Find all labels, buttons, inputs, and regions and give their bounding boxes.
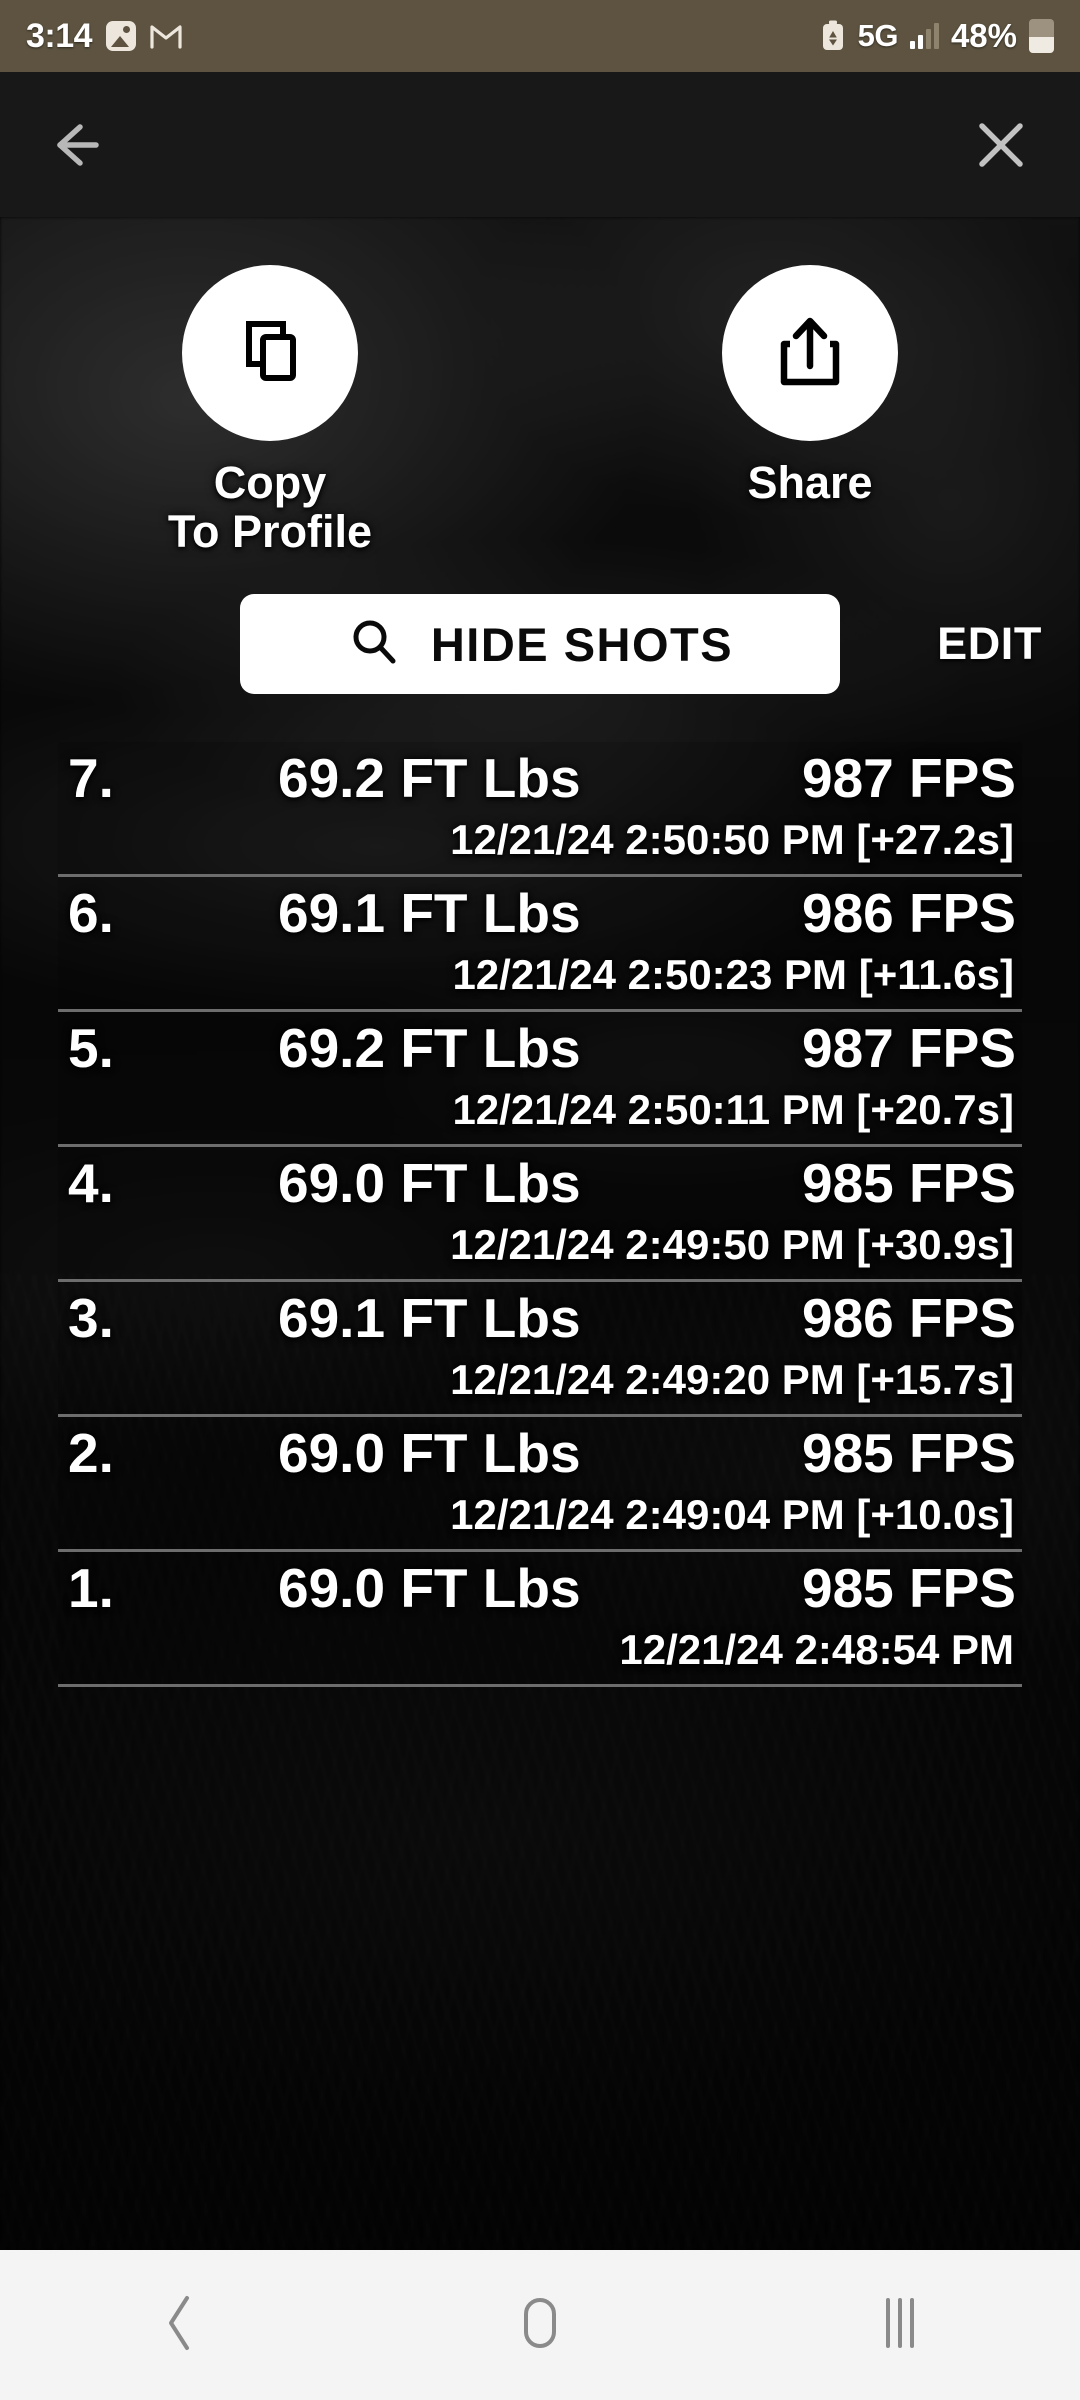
copy-to-profile-label: Copy To Profile (167, 457, 373, 557)
battery-percent: 48% (950, 17, 1017, 54)
shot-index: 1. (68, 1557, 114, 1620)
table-row[interactable]: 6. 69.1 FT Lbs 986 FPS 12/21/24 2:50:23 … (58, 877, 1022, 1013)
table-row[interactable]: 4. 69.0 FT Lbs 985 FPS 12/21/24 2:49:50 … (58, 1147, 1022, 1283)
shot-speed: 987 FPS (801, 1017, 1016, 1080)
shot-energy: 69.0 FT Lbs (278, 1557, 581, 1620)
recents-icon (874, 2292, 926, 2359)
network-type: 5G (857, 18, 899, 53)
shot-row-main: 4. 69.0 FT Lbs 985 FPS (58, 1151, 1022, 1215)
copy-to-profile-circle (182, 265, 358, 441)
nav-back-button[interactable] (0, 2250, 360, 2400)
shot-index: 5. (68, 1017, 114, 1080)
table-row[interactable]: 2. 69.0 FT Lbs 985 FPS 12/21/24 2:49:04 … (58, 1417, 1022, 1553)
shot-index: 2. (68, 1422, 114, 1485)
hide-shots-button[interactable]: HIDE SHOTS (240, 594, 840, 695)
back-arrow-icon[interactable] (50, 119, 108, 171)
shot-energy: 69.1 FT Lbs (278, 882, 581, 945)
status-bar: 3:14 5G 48% (0, 0, 1080, 72)
battery-saver-icon (820, 20, 846, 52)
photo-icon (106, 21, 137, 51)
shot-timestamp: 12/21/24 2:50:11 PM [+20.7s] (452, 1086, 1014, 1134)
shot-index: 4. (68, 1152, 114, 1215)
shot-timestamp: 12/21/24 2:48:54 PM (619, 1626, 1014, 1674)
shot-speed: 985 FPS (801, 1152, 1016, 1215)
shot-row-main: 3. 69.1 FT Lbs 986 FPS (58, 1286, 1022, 1350)
home-icon (516, 2292, 564, 2359)
shot-row-main: 1. 69.0 FT Lbs 985 FPS (58, 1556, 1022, 1620)
action-buttons: Copy To Profile Share (0, 217, 1080, 556)
signal-icon (909, 23, 939, 49)
shot-energy: 69.0 FT Lbs (278, 1152, 581, 1215)
table-row[interactable]: 5. 69.2 FT Lbs 987 FPS 12/21/24 2:50:11 … (58, 1012, 1022, 1148)
battery-icon (1029, 19, 1054, 53)
share-label: Share (747, 457, 873, 508)
copy-to-profile-button[interactable]: Copy To Profile (0, 265, 540, 556)
close-icon[interactable] (972, 116, 1030, 174)
shots-toolbar: HIDE SHOTS EDIT (0, 594, 1080, 695)
gmail-icon (150, 23, 182, 49)
shot-index: 6. (68, 882, 114, 945)
status-bar-right: 5G 48% (820, 17, 1054, 55)
table-row[interactable]: 7. 69.2 FT Lbs 987 FPS 12/21/24 2:50:50 … (58, 742, 1022, 878)
shot-speed: 986 FPS (801, 882, 1016, 945)
back-chevron-icon (159, 2292, 201, 2359)
shot-energy: 69.1 FT Lbs (278, 1287, 581, 1350)
shot-energy: 69.2 FT Lbs (278, 747, 581, 810)
shot-timestamp: 12/21/24 2:49:20 PM [+15.7s] (450, 1356, 1014, 1404)
shot-timestamp: 12/21/24 2:50:23 PM [+11.6s] (452, 951, 1014, 999)
table-row[interactable]: 3. 69.1 FT Lbs 986 FPS 12/21/24 2:49:20 … (58, 1282, 1022, 1418)
share-button[interactable]: Share (540, 265, 1080, 556)
copy-icon (231, 312, 309, 395)
main-content: Copy To Profile Share HIDE SHOTS EDIT 7.… (0, 217, 1080, 2250)
status-time: 3:14 (26, 16, 93, 55)
shot-speed: 985 FPS (801, 1422, 1016, 1485)
hide-shots-label: HIDE SHOTS (430, 617, 734, 671)
nav-home-button[interactable] (360, 2250, 720, 2400)
share-circle (722, 265, 898, 441)
shot-energy: 69.2 FT Lbs (278, 1017, 581, 1080)
shot-index: 3. (68, 1287, 114, 1350)
shot-list: 7. 69.2 FT Lbs 987 FPS 12/21/24 2:50:50 … (0, 742, 1080, 1688)
shot-index: 7. (68, 747, 114, 810)
system-navigation-bar (0, 2250, 1080, 2400)
search-icon (347, 615, 401, 674)
table-row[interactable]: 1. 69.0 FT Lbs 985 FPS 12/21/24 2:48:54 … (58, 1552, 1022, 1688)
share-icon (774, 312, 846, 395)
nav-recents-button[interactable] (720, 2250, 1080, 2400)
shot-timestamp: 12/21/24 2:49:50 PM [+30.9s] (450, 1221, 1014, 1269)
app-top-bar (0, 72, 1080, 217)
status-bar-left: 3:14 (26, 17, 182, 56)
shot-row-main: 2. 69.0 FT Lbs 985 FPS (58, 1421, 1022, 1485)
shot-speed: 985 FPS (801, 1557, 1016, 1620)
phone-screen: 3:14 5G 48% Copy To Profile Share HIDE S… (0, 0, 1080, 2400)
shot-speed: 986 FPS (801, 1287, 1016, 1350)
edit-button[interactable]: EDIT (937, 618, 1042, 670)
shot-timestamp: 12/21/24 2:49:04 PM [+10.0s] (450, 1491, 1014, 1539)
shot-row-main: 7. 69.2 FT Lbs 987 FPS (58, 746, 1022, 810)
shot-energy: 69.0 FT Lbs (278, 1422, 581, 1485)
shot-speed: 987 FPS (801, 747, 1016, 810)
shot-timestamp: 12/21/24 2:50:50 PM [+27.2s] (450, 816, 1014, 864)
shot-row-main: 5. 69.2 FT Lbs 987 FPS (58, 1016, 1022, 1080)
shot-row-main: 6. 69.1 FT Lbs 986 FPS (58, 881, 1022, 945)
